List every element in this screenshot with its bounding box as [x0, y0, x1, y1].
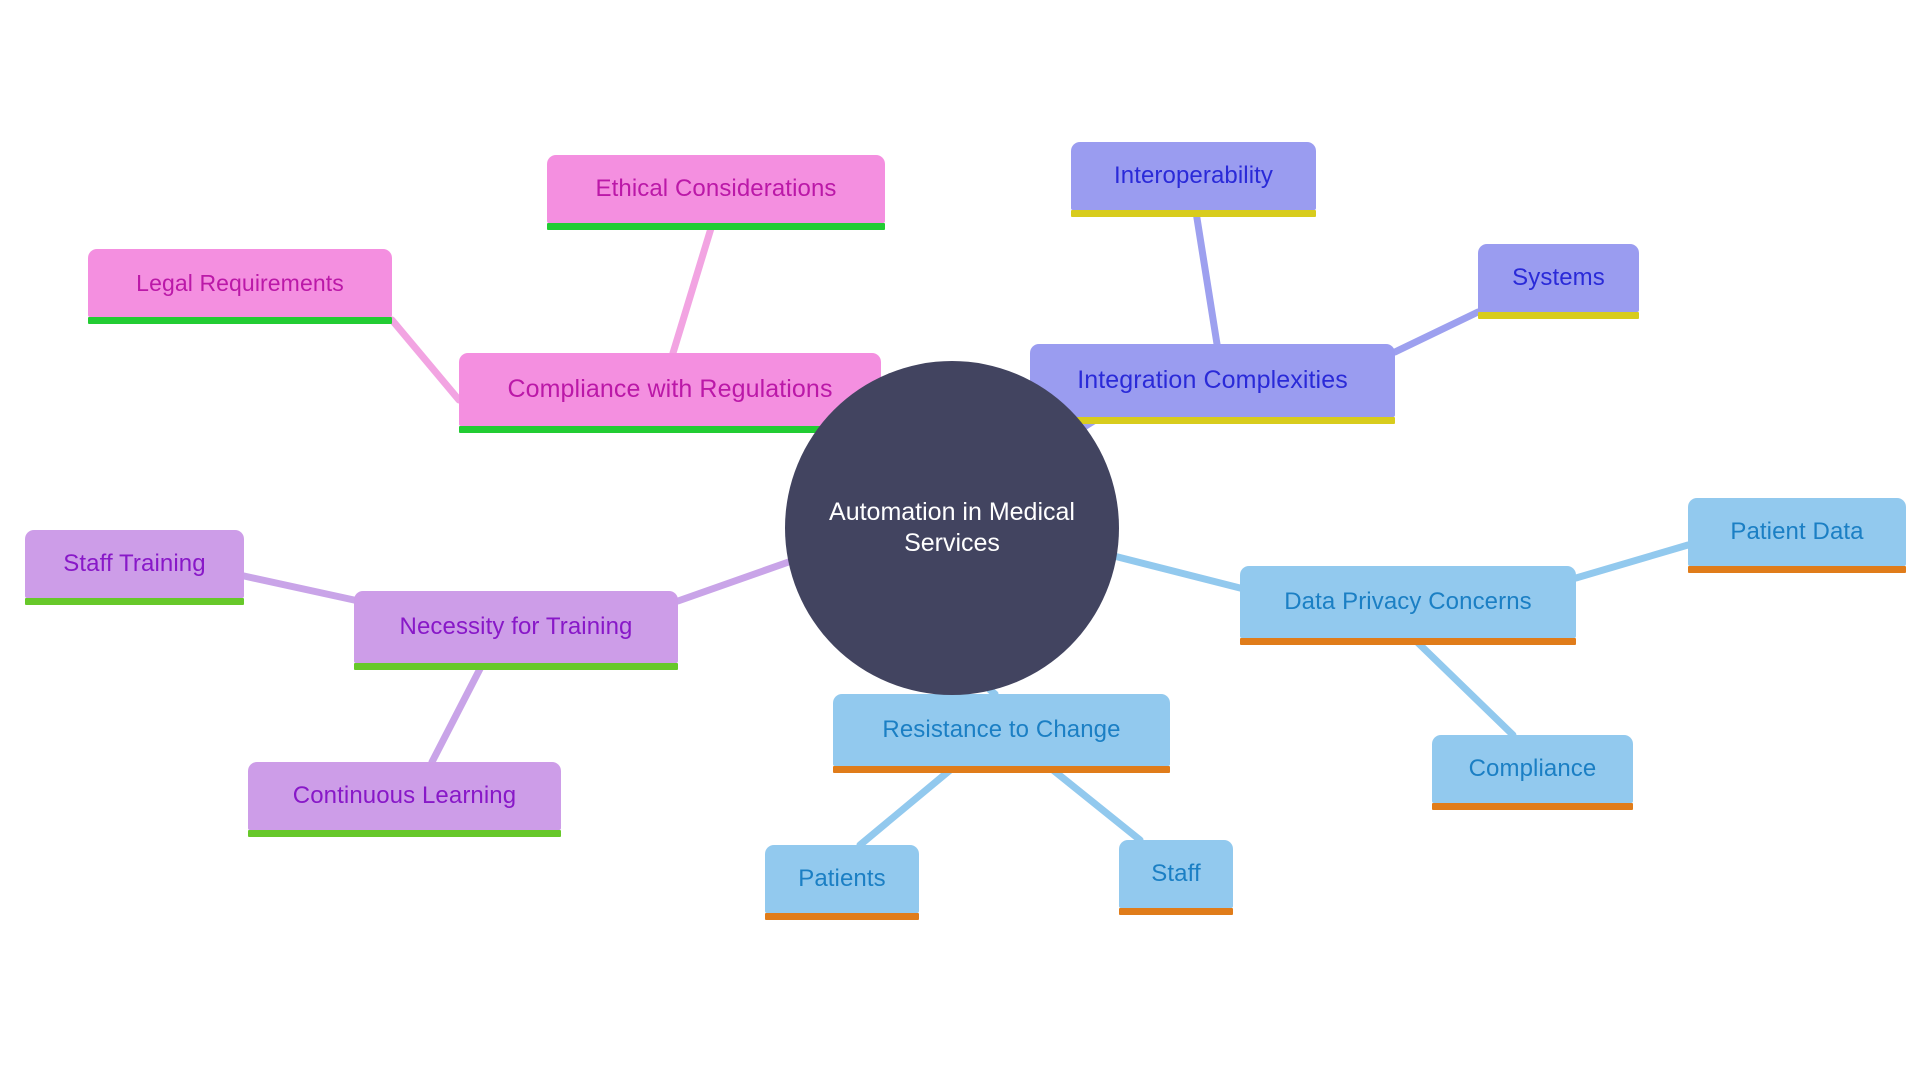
edge-integration-complexities-to-systems — [1391, 308, 1482, 356]
edge-data-privacy-concerns-to-patient-data — [1572, 541, 1692, 582]
node-accent-bar-necessity-for-training — [354, 663, 678, 670]
node-label-patients: Patients — [798, 865, 886, 893]
node-label-interoperability: Interoperability — [1113, 162, 1274, 190]
node-label-staff: Staff — [1151, 860, 1201, 888]
node-resistance-to-change[interactable]: Resistance to Change — [833, 694, 1170, 773]
node-accent-bar-data-privacy-concerns — [1240, 638, 1576, 645]
edge-integration-complexities-to-interoperability — [1192, 208, 1221, 348]
node-accent-bar-ethical-considerations — [547, 223, 885, 230]
node-label-integration-complexities: Integration Complexities — [1077, 366, 1348, 395]
node-label-ethical-considerations: Ethical Considerations — [595, 175, 837, 203]
node-patient-data[interactable]: Patient Data — [1688, 498, 1906, 573]
node-systems[interactable]: Systems — [1478, 244, 1639, 319]
node-label-staff-training: Staff Training — [63, 550, 206, 578]
node-interoperability[interactable]: Interoperability — [1071, 142, 1316, 217]
node-label-resistance-to-change: Resistance to Change — [882, 716, 1121, 744]
node-integration-complexities[interactable]: Integration Complexities — [1030, 344, 1395, 424]
edge-data-privacy-concerns-to-compliance — [1409, 634, 1517, 739]
node-compliance[interactable]: Compliance — [1432, 735, 1633, 810]
node-ethical-considerations[interactable]: Ethical Considerations — [547, 155, 885, 230]
node-staff[interactable]: Staff — [1119, 840, 1233, 915]
edge-center-to-necessity-for-training — [674, 554, 804, 605]
mindmap-canvas: Compliance with Regulations Legal Require… — [0, 0, 1920, 1080]
node-accent-bar-staff-training — [25, 598, 244, 605]
node-necessity-for-training[interactable]: Necessity for Training — [354, 591, 678, 670]
node-accent-bar-resistance-to-change — [833, 766, 1170, 773]
edge-center-to-data-privacy-concerns — [1106, 551, 1244, 592]
node-legal-requirements[interactable]: Legal Requirements — [88, 249, 392, 324]
node-staff-training[interactable]: Staff Training — [25, 530, 244, 605]
node-accent-bar-systems — [1478, 312, 1639, 319]
node-label-legal-requirements: Legal Requirements — [136, 269, 344, 296]
edge-necessity-for-training-to-continuous-learning — [428, 659, 487, 766]
node-continuous-learning[interactable]: Continuous Learning — [248, 762, 561, 837]
node-accent-bar-integration-complexities — [1030, 417, 1395, 424]
node-label-data-privacy-concerns: Data Privacy Concerns — [1284, 588, 1532, 616]
edge-compliance-with-regulations-to-ethical-considerations — [669, 221, 716, 357]
node-accent-bar-interoperability — [1071, 210, 1316, 217]
node-label-systems: Systems — [1512, 264, 1605, 292]
node-accent-bar-patients — [765, 913, 919, 920]
node-label-compliance-with-regulations: Compliance with Regulations — [507, 375, 833, 404]
edge-resistance-to-change-to-patients — [856, 762, 959, 849]
node-compliance-with-regulations[interactable]: Compliance with Regulations — [459, 353, 881, 433]
edge-resistance-to-change-to-staff — [1044, 762, 1144, 844]
node-label-continuous-learning: Continuous Learning — [292, 782, 517, 810]
node-accent-bar-compliance — [1432, 803, 1633, 810]
edge-compliance-with-regulations-to-legal-requirements — [388, 316, 463, 404]
node-accent-bar-patient-data — [1688, 566, 1906, 573]
edge-necessity-for-training-to-staff-training — [240, 572, 358, 604]
node-label-compliance: Compliance — [1468, 755, 1597, 783]
node-data-privacy-concerns[interactable]: Data Privacy Concerns — [1240, 566, 1576, 645]
node-accent-bar-staff — [1119, 908, 1233, 915]
node-patients[interactable]: Patients — [765, 845, 919, 920]
node-accent-bar-legal-requirements — [88, 317, 392, 324]
center-node-label: Automation in Medical Services — [829, 497, 1075, 557]
node-accent-bar-continuous-learning — [248, 830, 561, 837]
center-node[interactable]: Automation in Medical Services — [785, 361, 1119, 695]
node-label-patient-data: Patient Data — [1730, 518, 1864, 546]
node-label-necessity-for-training: Necessity for Training — [399, 613, 633, 641]
